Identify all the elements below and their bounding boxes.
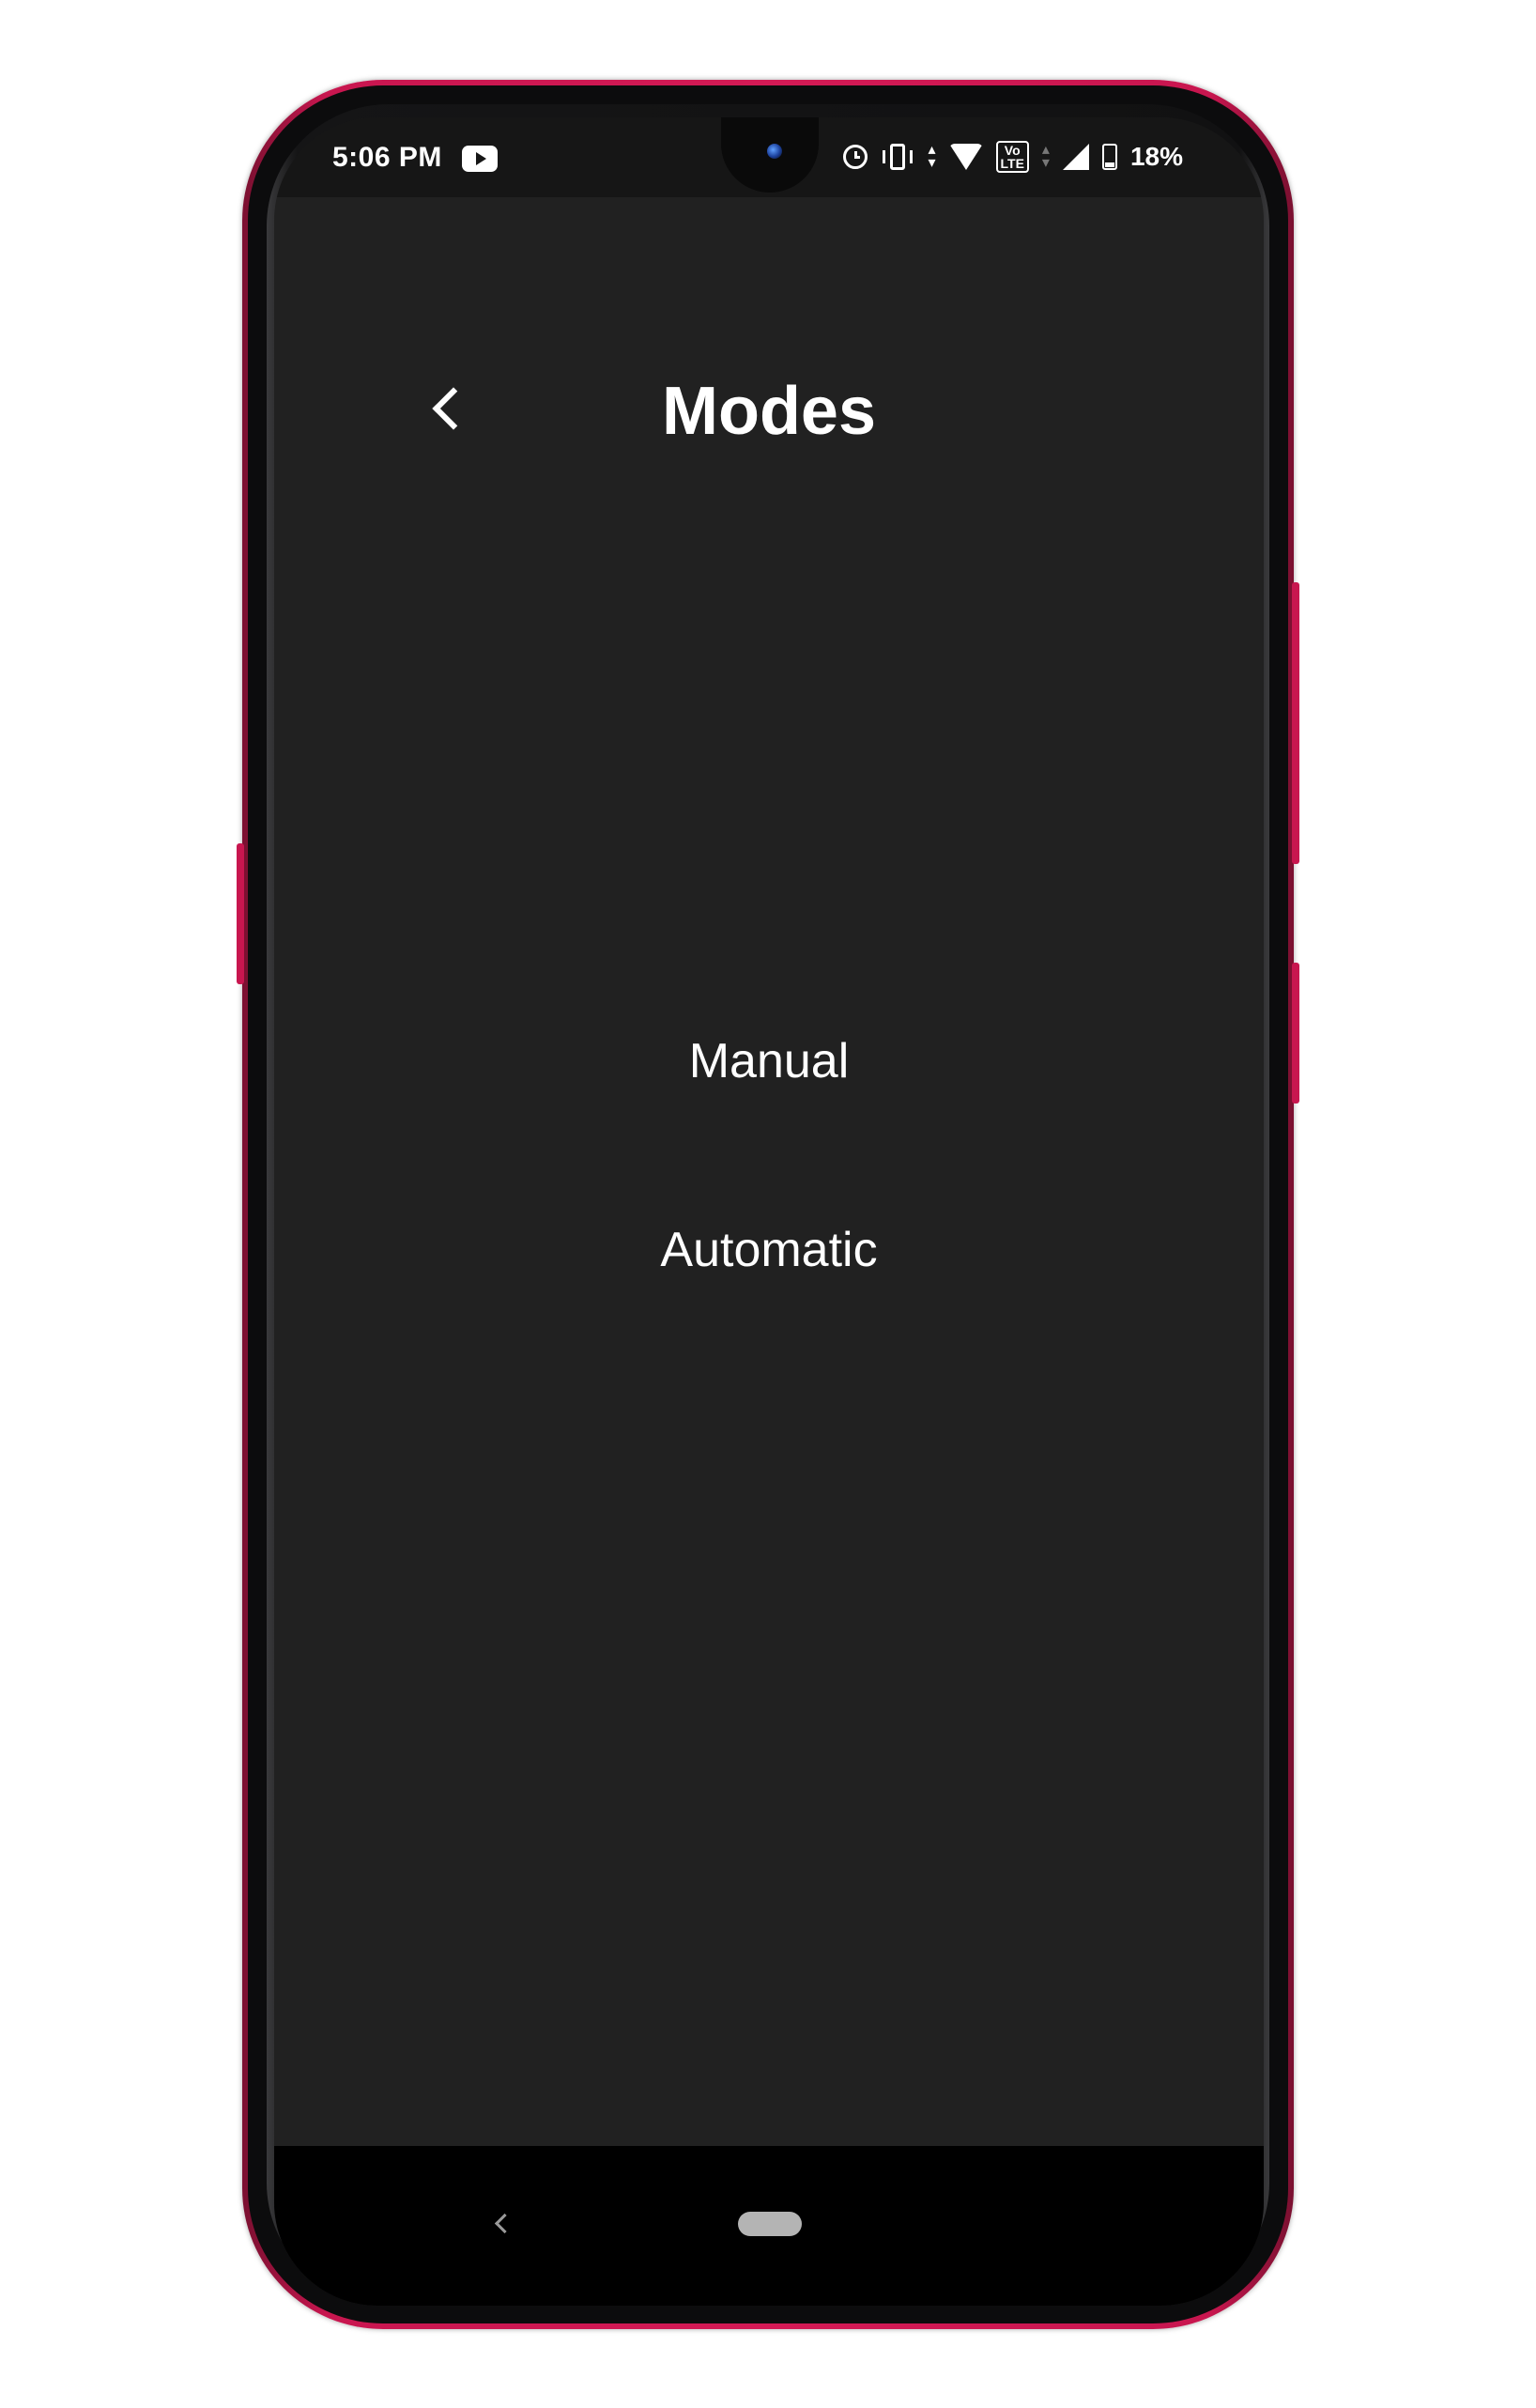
chevron-left-icon	[494, 2213, 515, 2233]
data-arrows-icon: ▴ ▾	[1041, 142, 1050, 171]
wifi-icon	[948, 144, 983, 170]
youtube-icon	[462, 146, 498, 172]
signal-icon	[1062, 144, 1089, 170]
side-button-left	[237, 843, 244, 984]
front-camera	[767, 144, 782, 159]
side-button-right-upper	[1292, 582, 1299, 864]
volte-icon: Vo LTE	[995, 141, 1029, 173]
mode-option-manual[interactable]: Manual	[274, 1033, 1264, 1089]
mode-option-automatic[interactable]: Automatic	[274, 1222, 1264, 1278]
navigation-bar	[274, 2146, 1264, 2306]
alarm-icon	[843, 145, 868, 169]
page-title: Modes	[661, 374, 877, 449]
screen: 5:06 PM ▴ ▾ Vo LTE ▴ ▾ 18% Modes Manual Aut…	[274, 117, 1264, 2306]
status-time: 5:06 PM	[332, 142, 442, 173]
battery-percent: 18%	[1129, 142, 1183, 171]
vibrate-icon	[883, 144, 914, 170]
data-arrows-icon: ▴ ▾	[928, 142, 936, 171]
nav-back-button[interactable]	[483, 2204, 520, 2242]
status-icons: ▴ ▾ Vo LTE ▴ ▾ 18%	[843, 138, 1183, 176]
nav-home-button[interactable]	[738, 2212, 802, 2236]
battery-icon	[1101, 144, 1117, 170]
side-button-right-lower	[1292, 963, 1299, 1104]
